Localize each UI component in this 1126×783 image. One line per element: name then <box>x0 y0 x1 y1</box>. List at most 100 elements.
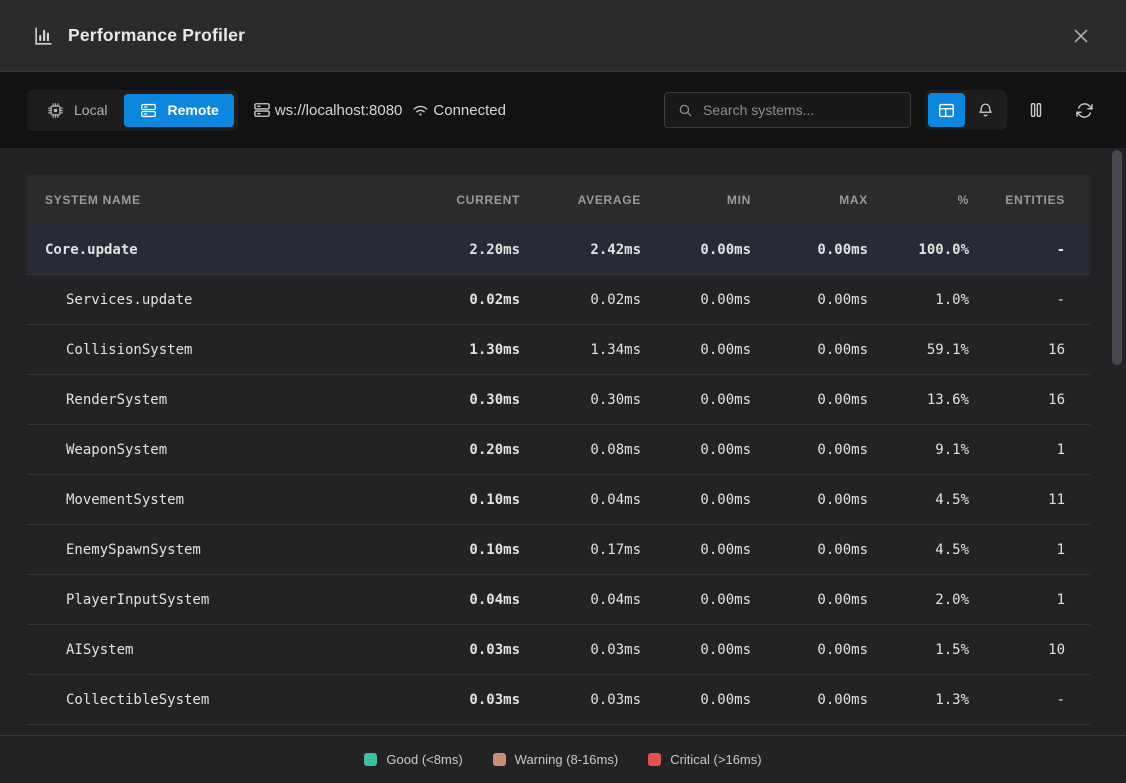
current-cell: 0.03ms <box>405 692 520 708</box>
percent-cell: 9.1% <box>868 442 969 458</box>
legend-item: Critical (>16ms) <box>648 752 761 767</box>
legend-label: Warning (8-16ms) <box>515 752 619 767</box>
average-cell: 0.04ms <box>520 492 641 508</box>
max-cell: 0.00ms <box>751 642 868 658</box>
min-cell: 0.00ms <box>641 342 751 358</box>
percent-cell: 59.1% <box>868 342 969 358</box>
max-cell: 0.00ms <box>751 342 868 358</box>
table-icon <box>937 101 956 120</box>
entities-cell: - <box>969 292 1090 308</box>
average-cell: 2.42ms <box>520 242 641 258</box>
percent-cell: 13.6% <box>868 392 969 408</box>
server-icon <box>139 101 158 120</box>
legend-item: Good (<8ms) <box>364 752 462 767</box>
table-row[interactable]: EnemySpawnSystem 0.10ms 0.17ms 0.00ms 0.… <box>27 525 1090 575</box>
system-name-cell: Services.update <box>27 292 405 308</box>
percent-cell: 2.0% <box>868 592 969 608</box>
table-row[interactable]: MovementSystem 0.10ms 0.04ms 0.00ms 0.00… <box>27 475 1090 525</box>
endpoint-url: ws://localhost:8080 <box>275 102 403 119</box>
local-button-label: Local <box>74 102 107 118</box>
system-name-cell: CollisionSystem <box>27 342 405 358</box>
close-button[interactable] <box>1066 21 1096 51</box>
average-cell: 1.34ms <box>520 342 641 358</box>
view-toggle <box>925 90 1007 130</box>
titlebar: Performance Profiler <box>0 0 1126 72</box>
table-view-button[interactable] <box>928 93 965 127</box>
min-cell: 0.00ms <box>641 242 751 258</box>
refresh-icon <box>1075 101 1094 120</box>
table-row[interactable]: RenderSystem 0.30ms 0.30ms 0.00ms 0.00ms… <box>27 375 1090 425</box>
column-header[interactable]: MAX <box>751 193 868 207</box>
legend-item: Warning (8-16ms) <box>493 752 619 767</box>
max-cell: 0.00ms <box>751 592 868 608</box>
entities-cell: - <box>969 692 1090 708</box>
column-header[interactable]: AVERAGE <box>520 193 641 207</box>
min-cell: 0.00ms <box>641 642 751 658</box>
min-cell: 0.00ms <box>641 292 751 308</box>
min-cell: 0.00ms <box>641 442 751 458</box>
entities-cell: 10 <box>969 642 1090 658</box>
bell-icon <box>976 101 995 120</box>
percent-cell: 1.5% <box>868 642 969 658</box>
column-header[interactable]: ENTITIES <box>969 193 1090 207</box>
search-icon <box>677 102 694 119</box>
table-row[interactable]: Services.update 0.02ms 0.02ms 0.00ms 0.0… <box>27 275 1090 325</box>
percent-cell: 4.5% <box>868 492 969 508</box>
systems-table: SYSTEM NAMECURRENTAVERAGEMINMAX%ENTITIES… <box>27 175 1090 725</box>
connection-status-label: Connected <box>433 102 506 119</box>
table-row[interactable]: PlayerInputSystem 0.04ms 0.04ms 0.00ms 0… <box>27 575 1090 625</box>
min-cell: 0.00ms <box>641 542 751 558</box>
column-header[interactable]: % <box>868 193 969 207</box>
entities-cell: - <box>969 242 1090 258</box>
remote-button[interactable]: Remote <box>124 94 233 127</box>
min-cell: 0.00ms <box>641 392 751 408</box>
average-cell: 0.04ms <box>520 592 641 608</box>
alerts-button[interactable] <box>967 93 1004 127</box>
entities-cell: 16 <box>969 392 1090 408</box>
table-row[interactable]: Core.update 2.20ms 2.42ms 0.00ms 0.00ms … <box>27 225 1090 275</box>
entities-cell: 1 <box>969 442 1090 458</box>
wifi-icon <box>411 101 430 120</box>
average-cell: 0.30ms <box>520 392 641 408</box>
max-cell: 0.00ms <box>751 292 868 308</box>
legend-label: Good (<8ms) <box>386 752 462 767</box>
table-row[interactable]: WeaponSystem 0.20ms 0.08ms 0.00ms 0.00ms… <box>27 425 1090 475</box>
table-row[interactable]: CollectibleSystem 0.03ms 0.03ms 0.00ms 0… <box>27 675 1090 725</box>
remote-button-label: Remote <box>167 102 218 118</box>
source-toggle: Local Remote <box>27 90 238 131</box>
local-button[interactable]: Local <box>31 94 122 127</box>
column-header[interactable]: CURRENT <box>405 193 520 207</box>
close-icon <box>1070 25 1092 47</box>
page-title: Performance Profiler <box>68 25 245 46</box>
scrollbar-thumb[interactable] <box>1112 150 1122 365</box>
percent-cell: 1.0% <box>868 292 969 308</box>
pause-button[interactable] <box>1021 95 1051 125</box>
average-cell: 0.08ms <box>520 442 641 458</box>
refresh-button[interactable] <box>1069 95 1099 125</box>
max-cell: 0.00ms <box>751 542 868 558</box>
search-input[interactable] <box>703 102 898 118</box>
current-cell: 0.30ms <box>405 392 520 408</box>
column-header[interactable]: SYSTEM NAME <box>27 193 405 207</box>
average-cell: 0.03ms <box>520 642 641 658</box>
max-cell: 0.00ms <box>751 442 868 458</box>
legend-swatch <box>493 753 506 766</box>
current-cell: 2.20ms <box>405 242 520 258</box>
endpoint: ws://localhost:8080 <box>252 100 403 120</box>
table-body: Core.update 2.20ms 2.42ms 0.00ms 0.00ms … <box>27 225 1090 725</box>
current-cell: 0.20ms <box>405 442 520 458</box>
connection-status: Connected <box>411 101 506 120</box>
system-name-cell: AISystem <box>27 642 405 658</box>
current-cell: 0.02ms <box>405 292 520 308</box>
table-row[interactable]: AISystem 0.03ms 0.03ms 0.00ms 0.00ms 1.5… <box>27 625 1090 675</box>
current-cell: 0.10ms <box>405 542 520 558</box>
entities-cell: 1 <box>969 542 1090 558</box>
current-cell: 0.10ms <box>405 492 520 508</box>
entities-cell: 11 <box>969 492 1090 508</box>
system-name-cell: CollectibleSystem <box>27 692 405 708</box>
percent-cell: 1.3% <box>868 692 969 708</box>
pause-icon <box>1026 100 1046 120</box>
column-header[interactable]: MIN <box>641 193 751 207</box>
table-row[interactable]: CollisionSystem 1.30ms 1.34ms 0.00ms 0.0… <box>27 325 1090 375</box>
system-name-cell: Core.update <box>27 242 405 258</box>
